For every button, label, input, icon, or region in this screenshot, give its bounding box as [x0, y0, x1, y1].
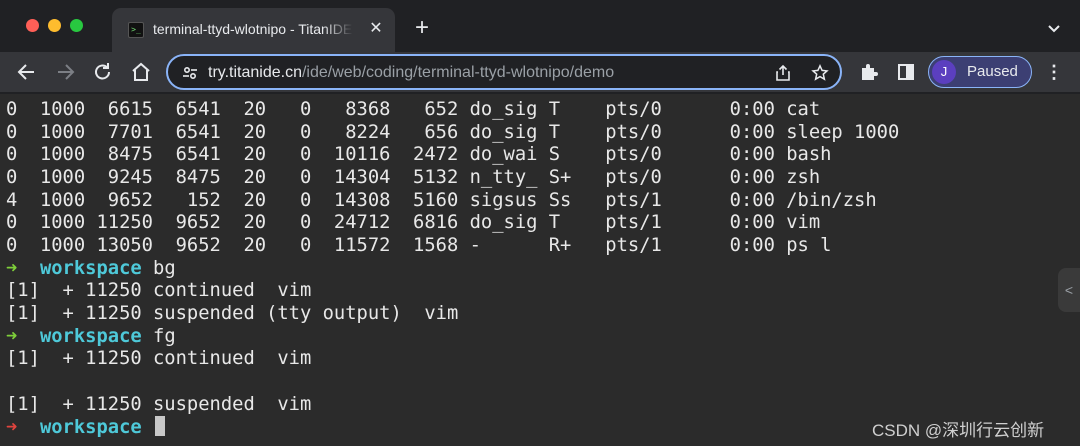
command-text: fg: [153, 326, 176, 347]
tab-search-chevron-down-icon[interactable]: [1044, 18, 1064, 38]
prompt-line: ➜ workspace fg: [6, 326, 176, 348]
share-icon[interactable]: [774, 64, 792, 82]
active-tab[interactable]: >_ terminal-ttyd-wlotnipo - TitanIDE ✕: [112, 8, 395, 52]
more-menu-icon[interactable]: ⋮: [1044, 62, 1064, 82]
extensions-puzzle-icon[interactable]: [859, 62, 879, 82]
prompt-directory: workspace: [39, 258, 142, 279]
side-panel-icon[interactable]: [896, 62, 916, 82]
minimize-window-button[interactable]: [48, 19, 61, 32]
reload-icon[interactable]: [90, 60, 116, 84]
job-status-line: [1] + 11250 suspended vim: [6, 394, 312, 415]
tab-strip: >_ terminal-ttyd-wlotnipo - TitanIDE ✕ +: [0, 0, 1080, 52]
command-text: bg: [153, 258, 176, 279]
avatar: J: [932, 60, 956, 84]
url-text: try.titanide.cn/ide/web/coding/terminal-…: [208, 64, 615, 81]
process-row: 0 1000 11250 9652 20 0 24712 6816 do_sig…: [6, 212, 821, 233]
process-row: 0 1000 9245 8475 20 0 14304 5132 n_tty_ …: [6, 167, 821, 188]
process-row: 0 1000 13050 9652 20 0 11572 1568 - R+ p…: [6, 235, 832, 256]
job-status-line: [1] + 11250 continued vim: [6, 280, 312, 301]
bookmark-star-icon[interactable]: [811, 63, 829, 82]
tune-icon[interactable]: [182, 65, 198, 81]
prompt-directory: workspace: [39, 326, 142, 347]
prompt-arrow-icon: ➜: [6, 326, 18, 347]
prompt-arrow-icon: ➜: [6, 417, 18, 438]
prompt-arrow-icon: ➜: [6, 258, 18, 279]
maximize-window-button[interactable]: [70, 19, 83, 32]
tab-title: terminal-ttyd-wlotnipo - TitanIDE: [153, 21, 353, 41]
process-row: 4 1000 9652 152 20 0 14308 5160 sigsus S…: [6, 190, 877, 211]
process-row: 0 1000 6615 6541 20 0 8368 652 do_sig T …: [6, 99, 821, 120]
process-row: 0 1000 7701 6541 20 0 8224 656 do_sig T …: [6, 122, 900, 143]
terminal-favicon-icon: >_: [128, 22, 144, 38]
close-window-button[interactable]: [26, 19, 39, 32]
active-prompt-line[interactable]: ➜ workspace: [6, 416, 166, 438]
prompt-directory: workspace: [39, 417, 142, 438]
profile-status-label: Paused: [967, 63, 1018, 80]
close-icon[interactable]: ✕: [366, 19, 386, 39]
address-bar[interactable]: try.titanide.cn/ide/web/coding/terminal-…: [166, 54, 842, 90]
job-status-line: [1] + 11250 continued vim: [6, 348, 312, 369]
profile-button[interactable]: J Paused: [928, 56, 1032, 88]
text-cursor: [155, 416, 166, 436]
terminal-output[interactable]: 0 1000 6615 6541 20 0 8368 652 do_sig T …: [0, 94, 1080, 446]
side-panel-chevron-left-icon[interactable]: <: [1058, 268, 1080, 312]
prompt-line: ➜ workspace bg: [6, 258, 176, 280]
process-row: 0 1000 8475 6541 20 0 10116 2472 do_wai …: [6, 144, 832, 165]
forward-arrow-icon[interactable]: [52, 60, 78, 84]
back-arrow-icon[interactable]: [14, 60, 40, 84]
job-status-line: [1] + 11250 suspended (tty output) vim: [6, 303, 459, 324]
home-icon[interactable]: [128, 60, 154, 84]
watermark: CSDN @深圳行云创新: [872, 421, 1045, 440]
new-tab-button[interactable]: +: [409, 16, 435, 42]
browser-toolbar: try.titanide.cn/ide/web/coding/terminal-…: [0, 52, 1080, 92]
